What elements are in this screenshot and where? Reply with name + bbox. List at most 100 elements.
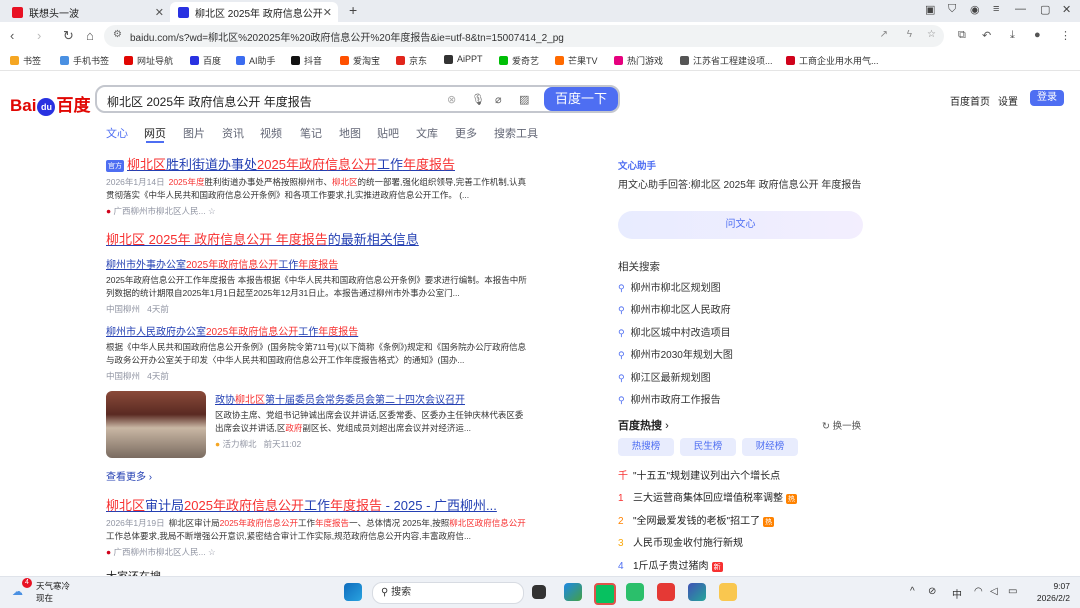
tab-baidu-search[interactable]: 柳北区 2025年 政府信息公开 年度 ✕ [170, 2, 338, 22]
tab-finance-list[interactable]: 财经榜 [742, 438, 798, 456]
hot-item[interactable]: 1 三大运营商集体回应增值税率调整热 [618, 489, 797, 504]
news-title[interactable]: 柳州市外事办公室2025年政府信息公开工作年度报告 [106, 256, 531, 271]
refresh-hot-button[interactable]: ↻ 换一换 [822, 418, 861, 432]
download-icon[interactable]: ⤓ [1010, 29, 1015, 42]
undo-icon[interactable]: ↶ [982, 29, 991, 42]
baidu-logo[interactable]: Bai du 百度 [10, 91, 90, 116]
account-icon[interactable]: ● [1034, 29, 1041, 41]
bookmark-item[interactable]: 工商企业用水用气... [786, 54, 879, 67]
search-button[interactable]: 百度一下 [544, 87, 618, 111]
wifi-icon[interactable]: ◠ [974, 586, 983, 597]
bookmark-item[interactable]: AiPPT [444, 54, 483, 64]
mute-icon[interactable]: ⊘ [928, 586, 936, 597]
sidebar-toggle-icon[interactable]: ▣ [925, 3, 935, 16]
windows-start-icon[interactable] [344, 583, 362, 601]
home-icon[interactable]: ⌂ [86, 28, 94, 43]
settings-link[interactable]: 设置 [998, 93, 1018, 108]
bookmark-item[interactable]: 网址导航 [124, 54, 173, 67]
tab-lenovo[interactable]: 联想头一波 ✕ [4, 2, 170, 22]
back-icon[interactable]: ‹ [10, 28, 14, 43]
edge-browser-icon[interactable] [564, 583, 582, 601]
tab-wenxin[interactable]: 文心 [106, 125, 128, 141]
profile-icon[interactable]: ◉ [970, 3, 980, 16]
hot-item[interactable]: 2 "全网最爱发钱的老板"招工了热 [618, 512, 775, 527]
more-icon[interactable]: ⋮ [1060, 29, 1071, 42]
refresh-icon[interactable]: ↻ [63, 28, 74, 44]
search-input[interactable]: 柳北区 2025年 政府信息公开 年度报告 [107, 93, 312, 110]
baidu-home-link[interactable]: 百度首页 [950, 93, 990, 108]
tab-web[interactable]: 网页 [144, 125, 166, 141]
flash-icon[interactable]: ϟ [907, 29, 912, 40]
tab-map[interactable]: 地图 [339, 125, 361, 141]
task-view-icon[interactable] [532, 585, 546, 599]
hot-item[interactable]: 千 "十五五"规划建议列出六个增长点 [618, 467, 780, 482]
bookmark-item[interactable]: 热门游戏 [614, 54, 663, 67]
microphone-icon[interactable]: 🎙 [471, 93, 485, 106]
login-button[interactable]: 登录 [1030, 90, 1064, 106]
wechat-icon[interactable] [594, 583, 616, 605]
related-search-item[interactable]: ⚲ 柳江区最新规划图 [618, 369, 711, 384]
tray-chevron-icon[interactable]: ^ [910, 586, 915, 597]
url-field[interactable]: ⚙ baidu.com/s?wd=柳北区%202025年%20政府信息公开%20… [104, 25, 944, 47]
bookmark-item[interactable]: 抖音 [291, 54, 322, 67]
related-search-item[interactable]: ⚲ 柳州市政府工作报告 [618, 391, 721, 406]
tab-wenku[interactable]: 文库 [416, 125, 438, 141]
wps-icon[interactable] [657, 583, 675, 601]
taskbar-search[interactable]: ⚲ 搜索 [372, 582, 524, 604]
share-icon[interactable]: ↗ [880, 29, 888, 40]
see-more-link[interactable]: 查看更多 › [106, 468, 152, 483]
related-search-item[interactable]: ⚲ 柳州市柳北区规划图 [618, 279, 721, 294]
message-icon[interactable] [626, 583, 644, 601]
volume-icon[interactable]: ◁ [990, 586, 998, 597]
shield-icon[interactable]: ⛉ [948, 3, 956, 16]
search-box[interactable]: 柳北区 2025年 政府信息公开 年度报告 ⊗ 🎙 ⌀ ▨ 百度一下 [95, 85, 620, 113]
maximize-icon[interactable]: ▢ [1040, 3, 1050, 16]
star-icon[interactable]: ☆ [208, 206, 216, 216]
battery-icon[interactable]: ▭ [1008, 586, 1017, 597]
result-source[interactable]: ● 广西柳州市柳北区人民... ☆ [106, 546, 531, 558]
window-close-icon[interactable]: ✕ [1062, 3, 1071, 16]
browser-icon[interactable] [688, 583, 706, 601]
tab-search-tools[interactable]: 搜索工具 [494, 125, 538, 141]
related-search-item[interactable]: ⚲ 柳北区城中村改造项目 [618, 324, 731, 339]
clock[interactable]: 9:07 2026/2/2 [1030, 580, 1070, 604]
star-icon[interactable]: ☆ [208, 547, 216, 557]
bookmark-item[interactable]: 爱淘宝 [340, 54, 380, 67]
minimize-icon[interactable]: — [1015, 3, 1026, 15]
bookmark-item[interactable]: 手机书签 [60, 54, 109, 67]
bookmark-item[interactable]: 爱奇艺 [499, 54, 539, 67]
tab-tieba[interactable]: 贴吧 [377, 125, 399, 141]
star-icon[interactable]: ☆ [927, 29, 936, 40]
image-search-icon[interactable]: ▨ [519, 93, 529, 106]
news-thumbnail[interactable] [106, 391, 206, 458]
forward-icon[interactable]: › [37, 28, 41, 43]
tab-video[interactable]: 视频 [260, 125, 282, 141]
tab-notes[interactable]: 笔记 [300, 125, 322, 141]
tab-hot-list[interactable]: 热搜榜 [618, 438, 674, 456]
bookmark-item[interactable]: 书签 [10, 54, 41, 67]
news-title[interactable]: 政协柳北区第十届委员会常务委员会第二十四次会议召开 [215, 391, 531, 406]
site-info-icon[interactable]: ⚙ [113, 29, 122, 40]
weather-widget[interactable]: 天气寒冷 现在 [36, 580, 70, 604]
bookmark-item[interactable]: 芒果TV [555, 54, 598, 67]
tab-images[interactable]: 图片 [183, 125, 205, 141]
bookmark-item[interactable]: 京东 [396, 54, 427, 67]
bookmark-item[interactable]: 百度 [190, 54, 221, 67]
tab-news[interactable]: 资讯 [222, 125, 244, 141]
result-source[interactable]: ● 广西柳州市柳北区人民... ☆ [106, 205, 531, 217]
tab-more[interactable]: 更多 [455, 125, 477, 141]
folder-icon[interactable] [719, 583, 737, 601]
result-title[interactable]: 柳北区审计局2025年政府信息公开工作年度报告 - 2025 - 广西柳州... [106, 495, 531, 514]
ask-wenxin-button[interactable]: 问文心 [618, 211, 863, 239]
result-title[interactable]: 官方 柳北区胜利街道办事处2025年政府信息公开工作年度报告 [106, 154, 531, 173]
menu-icon[interactable]: ≡ [993, 3, 999, 15]
tab-livelihood-list[interactable]: 民生榜 [680, 438, 736, 456]
clear-icon[interactable]: ⊗ [447, 93, 456, 106]
close-icon[interactable]: ✕ [323, 6, 332, 19]
weather-icon[interactable]: ☁ [12, 585, 23, 598]
attachment-icon[interactable]: ⌀ [495, 93, 502, 106]
wenxin-answer[interactable]: 用文心助手回答:柳北区 2025年 政府信息公开 年度报告 [618, 178, 868, 194]
hot-search-title[interactable]: 百度热搜 › [618, 417, 669, 433]
bookmark-item[interactable]: 江苏省工程建设项... [680, 54, 773, 67]
hot-item[interactable]: 4 1斤瓜子贵过猪肉新 [618, 557, 723, 572]
